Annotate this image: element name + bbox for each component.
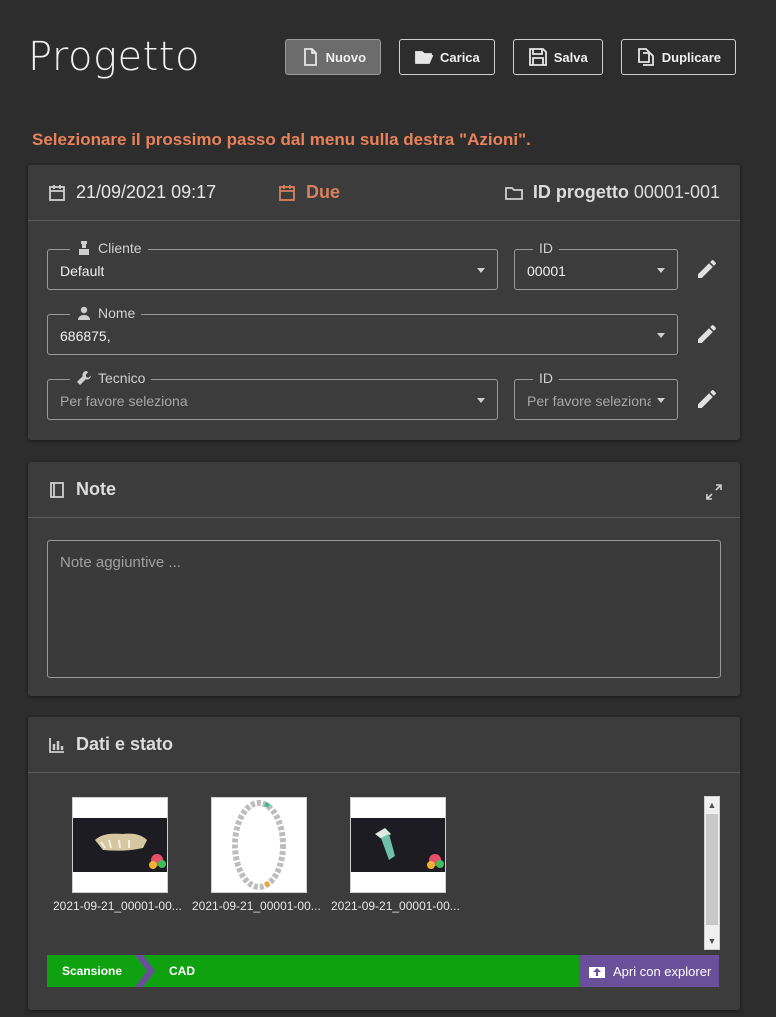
project-date: 21/09/2021 09:17 [76, 182, 217, 202]
open-explorer-label: Apri con explorer [613, 963, 712, 979]
tecnico-label: Tecnico [98, 370, 146, 386]
edit-tecnico-button[interactable] [695, 387, 719, 411]
due-label[interactable]: Due [306, 182, 340, 203]
scroll-up-icon[interactable]: ▲ [705, 797, 719, 813]
new-button-label: Nuovo [325, 49, 367, 65]
cliente-value: Default [60, 263, 105, 279]
dentist-icon [79, 241, 89, 255]
person-icon [78, 306, 90, 320]
chevron-down-icon [477, 268, 485, 273]
due-calendar-icon [278, 184, 296, 202]
save-button-label: Salva [553, 49, 588, 65]
pipeline-step-scansione[interactable]: Scansione [62, 964, 122, 978]
folder-open-icon [415, 51, 434, 64]
dental-scan-image [95, 833, 166, 869]
bar-chart-icon [48, 736, 66, 754]
file-label: 2021-09-21_00001-00... [192, 899, 321, 913]
project-id-label: ID progetto [532, 182, 629, 202]
cliente-select[interactable]: Cliente Default [47, 240, 498, 290]
duplicate-button-label: Duplicare [661, 49, 721, 65]
edit-cliente-button[interactable] [695, 257, 719, 281]
notes-title: Note [76, 479, 116, 499]
data-card: Dati e stato 2021-09-21_00001-00... 2021… [28, 717, 740, 1010]
pencil-icon [698, 259, 717, 278]
open-explorer-button[interactable]: Apri con explorer [579, 955, 719, 987]
duplicate-icon [637, 48, 654, 66]
file-thumbnail[interactable] [350, 797, 446, 893]
project-card-header: 21/09/2021 09:17 Due ID progetto 00001-0… [28, 165, 740, 221]
notes-placeholder: Note aggiuntive ... [60, 554, 181, 571]
file-label: 2021-09-21_00001-00... [331, 899, 460, 913]
load-button-label: Carica [440, 49, 480, 65]
nome-label: Nome [98, 305, 136, 321]
pencil-icon [698, 324, 717, 343]
page-title: Progetto [28, 34, 200, 80]
calendar-icon [48, 184, 66, 202]
notes-textarea[interactable]: Note aggiuntive ... [47, 540, 721, 678]
tecnico-id-select[interactable]: ID Per favore seleziona [514, 370, 678, 420]
floppy-disk-icon [528, 48, 547, 66]
edit-nome-button[interactable] [695, 322, 719, 346]
chevron-down-icon [657, 333, 665, 338]
project-id-value: 00001-001 [633, 182, 720, 202]
nome-select[interactable]: Nome 686875, [47, 305, 678, 355]
tecnico-id-placeholder: Per favore seleziona [527, 393, 651, 409]
file-thumbnail[interactable] [72, 797, 168, 893]
scroll-down-icon[interactable]: ▼ [705, 933, 719, 949]
toolbar: Nuovo Carica Salva Duplicare [284, 39, 736, 75]
expand-icon[interactable] [706, 484, 722, 500]
file-thumbnail[interactable] [211, 797, 307, 893]
tecnico-select[interactable]: Tecnico Per favore seleziona [47, 370, 498, 420]
notes-card: Note Note aggiuntive ... [28, 462, 740, 696]
load-button[interactable]: Carica [399, 39, 495, 75]
notes-card-header: Note [28, 462, 740, 518]
chevron-down-icon [657, 398, 665, 403]
notebook-icon [48, 481, 66, 499]
data-card-header: Dati e stato [28, 717, 740, 773]
new-file-icon [303, 48, 317, 66]
cliente-id-value: 00001 [527, 263, 566, 279]
new-button[interactable]: Nuovo [284, 39, 382, 75]
duplicate-button[interactable]: Duplicare [620, 39, 736, 75]
next-step-hint: Selezionare il prossimo passo dal menu s… [32, 130, 531, 149]
chevron-down-icon [477, 398, 485, 403]
data-title: Dati e stato [76, 734, 174, 754]
vertical-scrollbar[interactable]: ▲ ▼ [704, 796, 720, 950]
cliente-id-select[interactable]: ID 00001 [514, 240, 678, 290]
file-label: 2021-09-21_00001-00... [53, 899, 182, 913]
save-button[interactable]: Salva [512, 39, 603, 75]
upload-icon [589, 967, 605, 978]
chevron-down-icon [657, 268, 665, 273]
pencil-icon [698, 389, 717, 408]
pipeline-step-cad[interactable]: CAD [169, 964, 195, 978]
tecnico-placeholder: Per favore seleziona [60, 393, 188, 409]
tecnico-id-label: ID [539, 370, 553, 386]
cliente-id-label: ID [539, 240, 553, 256]
workflow-pipeline: Scansione CAD [47, 955, 579, 987]
cliente-label: Cliente [98, 240, 142, 256]
scrollbar-thumb[interactable] [706, 814, 718, 925]
folder-icon [505, 184, 523, 202]
implant-image [375, 828, 444, 869]
dental-arch-image [232, 800, 286, 890]
wrench-icon [77, 371, 91, 385]
project-card: 21/09/2021 09:17 Due ID progetto 00001-0… [28, 165, 740, 440]
nome-value: 686875, [60, 328, 111, 344]
chevron-right-icon [135, 955, 155, 987]
